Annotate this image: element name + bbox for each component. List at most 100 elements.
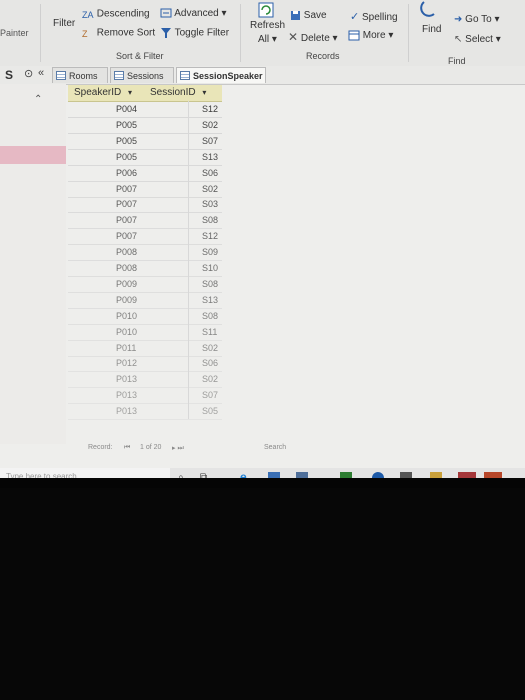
collapse-nav-icon[interactable]: « <box>38 67 44 79</box>
cell-sessionid[interactable]: S06 <box>202 166 218 181</box>
cell-speakerid[interactable]: P012 <box>116 356 137 371</box>
descending-button[interactable]: ZA Descending <box>82 8 150 20</box>
table-row[interactable]: P009 S08 <box>68 277 222 293</box>
cell-speakerid[interactable]: P007 <box>116 213 137 228</box>
table-row[interactable]: P010 S11 <box>68 325 222 341</box>
cell-speakerid[interactable]: P007 <box>116 229 137 244</box>
app-icon[interactable] <box>400 472 412 478</box>
cell-sessionid[interactable]: S08 <box>202 309 218 324</box>
table-row[interactable]: P008 S10 <box>68 261 222 277</box>
cell-speakerid[interactable]: P005 <box>116 118 137 133</box>
excel-icon[interactable] <box>340 472 352 478</box>
cell-speakerid[interactable]: P005 <box>116 134 137 149</box>
table-row[interactable]: P011 S02 <box>68 341 222 357</box>
cell-speakerid[interactable]: P013 <box>116 404 137 419</box>
cell-sessionid[interactable]: S02 <box>202 341 218 356</box>
cell-speakerid[interactable]: P009 <box>116 293 137 308</box>
format-painter-button[interactable]: Painter <box>0 28 29 38</box>
table-row[interactable]: P007 S02 <box>68 182 222 198</box>
cell-sessionid[interactable]: S02 <box>202 372 218 387</box>
table-row[interactable]: P009 S13 <box>68 293 222 309</box>
cell-speakerid[interactable]: P010 <box>116 309 137 324</box>
table-row[interactable]: P005 S02 <box>68 118 222 134</box>
tab-sessionspeaker[interactable]: SessionSpeaker <box>176 67 266 83</box>
cell-speakerid[interactable]: P008 <box>116 245 137 260</box>
cell-sessionid[interactable]: S09 <box>202 245 218 260</box>
find-button[interactable]: Find <box>422 24 441 35</box>
cell-speakerid[interactable]: P005 <box>116 150 137 165</box>
table-row[interactable]: P012 S06 <box>68 356 222 373</box>
table-row[interactable]: P010 S08 <box>68 309 222 325</box>
advanced-filter-button[interactable]: Advanced ▾ <box>160 8 227 19</box>
delete-button[interactable]: ✕ Delete ▾ <box>288 30 338 44</box>
app-icon[interactable] <box>430 472 442 478</box>
chrome-icon[interactable] <box>372 472 384 478</box>
cell-sessionid[interactable]: S08 <box>202 213 218 228</box>
cell-sessionid[interactable]: S13 <box>202 150 218 165</box>
table-row[interactable]: P004 S12 <box>68 102 222 118</box>
powerpoint-icon[interactable] <box>484 472 502 478</box>
cell-sessionid[interactable]: S03 <box>202 197 218 212</box>
table-row[interactable]: P013 S07 <box>68 388 222 405</box>
tab-sessions[interactable]: Sessions <box>110 67 174 83</box>
table-row[interactable]: P013 S02 <box>68 372 222 389</box>
cell-speakerid[interactable]: P007 <box>116 182 137 197</box>
table-row[interactable]: P008 S09 <box>68 245 222 262</box>
next-record-button[interactable]: ▸ ⏭ <box>172 444 184 453</box>
record-search-box[interactable]: Search <box>264 444 286 451</box>
dropdown-arrow-icon[interactable]: ▾ <box>202 88 206 97</box>
cell-speakerid[interactable]: P007 <box>116 197 137 212</box>
spelling-button[interactable]: ✓ Spelling <box>350 10 398 23</box>
cell-speakerid[interactable]: P011 <box>116 341 136 356</box>
cell-sessionid[interactable]: S13 <box>202 293 218 308</box>
task-view-icon[interactable]: ⧉ <box>200 472 212 478</box>
cell-sessionid[interactable]: S11 <box>202 325 217 340</box>
cell-sessionid[interactable]: S12 <box>202 102 218 117</box>
goto-button[interactable]: ➜ Go To ▾ <box>454 14 499 25</box>
cell-sessionid[interactable]: S02 <box>202 118 218 133</box>
filter-button[interactable]: Filter <box>53 18 75 29</box>
cell-sessionid[interactable]: S05 <box>202 404 218 419</box>
column-header-speakerid[interactable]: SpeakerID ▾ <box>74 85 132 101</box>
record-position[interactable]: 1 of 20 <box>140 444 161 451</box>
taskbar-search-box[interactable]: Type here to search <box>0 468 170 478</box>
cell-sessionid[interactable]: S07 <box>202 134 218 149</box>
store-icon[interactable] <box>296 472 308 478</box>
more-button[interactable]: More ▾ <box>348 30 393 41</box>
table-row[interactable]: P007 S03 <box>68 197 222 214</box>
save-button[interactable]: Save <box>290 10 327 21</box>
cell-speakerid[interactable]: P009 <box>116 277 137 292</box>
access-icon[interactable] <box>458 472 476 478</box>
cell-sessionid[interactable]: S02 <box>202 182 218 197</box>
table-row[interactable]: P007 S12 <box>68 229 222 246</box>
cell-speakerid[interactable]: P013 <box>116 388 137 403</box>
table-row[interactable]: P007 S08 <box>68 213 222 230</box>
table-row[interactable]: P013 S05 <box>68 404 222 421</box>
refresh-all-dropdown[interactable]: All ▾ <box>258 34 277 45</box>
select-button[interactable]: ↖ Select ▾ <box>454 34 501 45</box>
file-explorer-icon[interactable] <box>268 472 280 478</box>
first-record-button[interactable]: ⏮ <box>124 444 130 452</box>
cell-speakerid[interactable]: P006 <box>116 166 137 181</box>
microphone-icon[interactable]: ⌕ <box>178 472 190 478</box>
tab-rooms[interactable]: Rooms <box>52 67 108 83</box>
cell-speakerid[interactable]: P008 <box>116 261 137 276</box>
remove-sort-button[interactable]: Z Remove Sort <box>82 27 155 39</box>
refresh-button[interactable]: Refresh <box>250 20 285 31</box>
table-row[interactable]: P006 S06 <box>68 166 222 182</box>
table-row[interactable]: P005 S13 <box>68 150 222 166</box>
chevron-up-icon[interactable]: ⌃ <box>34 94 42 105</box>
cell-sessionid[interactable]: S07 <box>202 388 218 403</box>
cell-sessionid[interactable]: S12 <box>202 229 218 244</box>
cell-sessionid[interactable]: S06 <box>202 356 218 371</box>
cell-speakerid[interactable]: P010 <box>116 325 137 340</box>
cell-speakerid[interactable]: P013 <box>116 372 137 387</box>
column-header-sessionid[interactable]: SessionID ▾ <box>150 85 206 101</box>
cell-sessionid[interactable]: S10 <box>202 261 218 276</box>
dropdown-arrow-icon[interactable]: ▾ <box>128 88 132 97</box>
cell-speakerid[interactable]: P004 <box>116 102 137 117</box>
nav-search-icon[interactable]: ⊙ <box>24 67 33 80</box>
table-row[interactable]: P005 S07 <box>68 134 222 150</box>
toggle-filter-button[interactable]: Toggle Filter <box>160 27 229 39</box>
edge-icon[interactable]: e <box>240 470 252 478</box>
